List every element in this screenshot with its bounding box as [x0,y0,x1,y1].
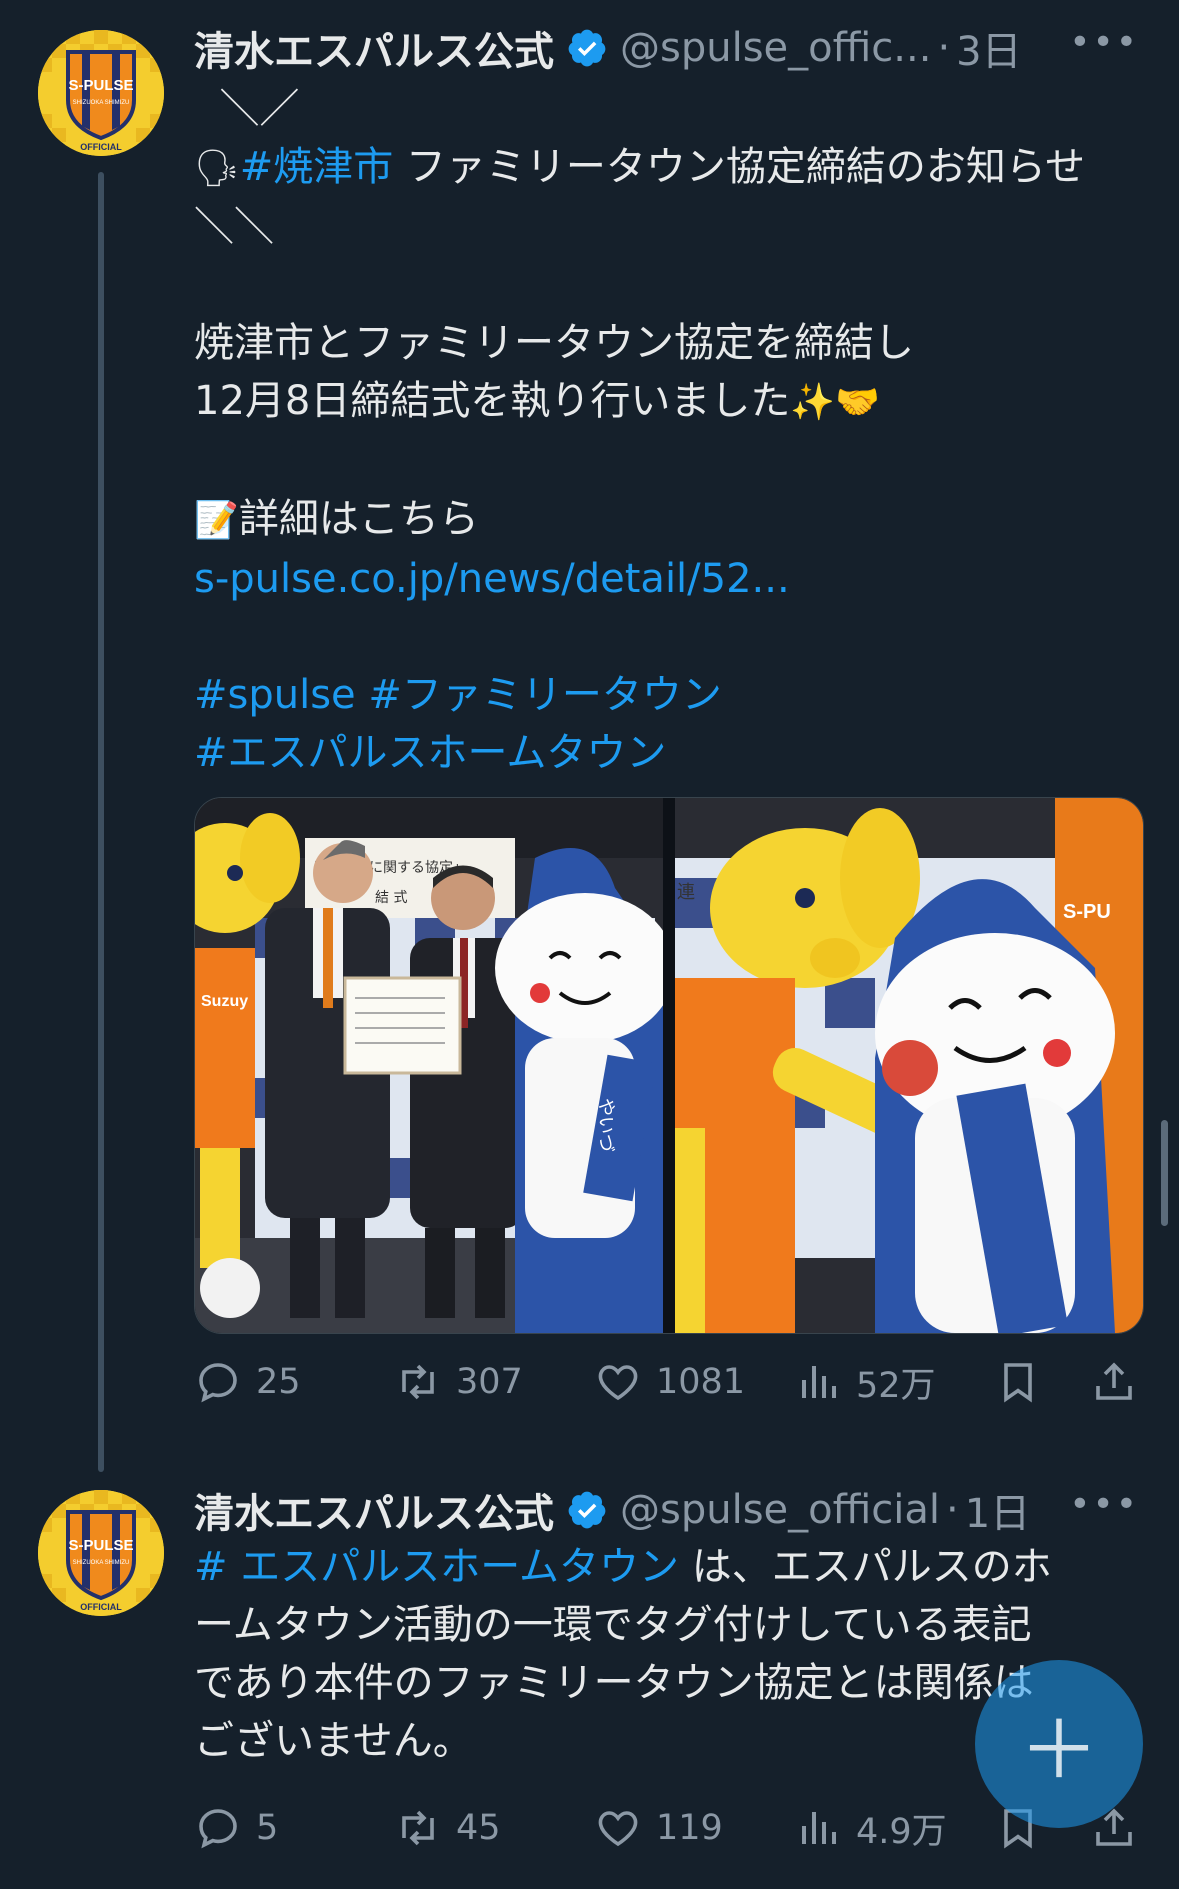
separator-dot: · [946,1487,959,1533]
views-button[interactable]: 52万 [794,1352,936,1412]
hashtag-link[interactable]: #spulse [194,672,356,718]
mascot-sash-text: やいづ [595,1098,616,1152]
like-button[interactable]: 1081 [594,1352,745,1412]
more-icon[interactable]: ••• [1069,1484,1139,1525]
avatar-logo-text: S-PULSE [68,1537,133,1554]
url-link[interactable]: s-pulse.co.jp/news/detail/52... [194,550,1154,608]
hashtag-link[interactable]: # エスパルスホームタウン [194,1544,679,1590]
reply-icon [199,1363,237,1403]
tweet-header: 清水エスパルス公式 @spulse_official · 1日 ••• [194,1480,1139,1540]
views-button[interactable]: 4.9万 [794,1798,947,1858]
like-count: 1081 [656,1362,746,1402]
reply-button[interactable]: 25 [194,1352,301,1412]
memo-emoji: 📝 [194,500,239,541]
tweet-actions: 5 45 119 4.9万 [194,1798,1144,1858]
photo-mascots[interactable]: 連 S-PU [675,798,1143,1333]
timestamp[interactable]: 3日 [956,19,1021,77]
hashtag-link[interactable]: #焼津市 [240,144,394,190]
tweet-text: ＼／ 🗣#焼津市 ファミリータウン協定締結のお知らせ ＼＼ 焼津市とファミリータ… [194,80,1154,782]
compose-button[interactable]: ＋ [975,1660,1143,1828]
share-icon [1096,1362,1132,1400]
reply-icon [199,1809,237,1849]
sign-text-2: 連 [677,882,695,903]
share-button[interactable] [1090,1352,1152,1412]
thread-connector-line [98,172,104,1472]
sign-sub-text: 結 式 [375,890,407,906]
photo-signing-ceremony[interactable]: けた連携に関する協定」 結 式 Suzuy やいづ [195,798,663,1333]
scrollbar[interactable] [1161,1120,1168,1226]
speaking-head-emoji: 🗣 [194,148,240,189]
text-line: ームタウン活動の一環でタグ付けしている表記 [194,1602,1032,1648]
like-button[interactable]: 119 [594,1798,723,1858]
avatar-sub-text: SHIZUOKA SHIMIZU [73,100,130,106]
avatar[interactable]: S-PULSE SHIZUOKA SHIMIZU OFFICIAL [38,30,164,156]
avatar-badge-text: OFFICIAL [80,142,122,152]
text-line: 🗣#焼津市 ファミリータウン協定締結のお知らせ [194,144,1086,190]
compose-icon: ＋ [1019,1704,1099,1797]
text-line: ＼／ [219,86,300,132]
retweet-count: 307 [456,1362,523,1402]
author-name[interactable]: 清水エスパルス公式 [194,1481,554,1539]
banner-text: S-PU [1063,901,1111,923]
bookmark-icon [1004,1363,1032,1403]
avatar[interactable]: S-PULSE SHIZUOKA SHIMIZU OFFICIAL [38,1490,164,1616]
author-handle[interactable]: @spulse_offic... [620,25,931,71]
media-grid: けた連携に関する協定」 結 式 Suzuy やいづ 連 S-PU [194,797,1144,1334]
text-line: 📝詳細はこちら [194,496,479,542]
text-line: #spulse #ファミリータウン [194,666,1154,724]
like-icon [598,1365,638,1401]
reply-count: 25 [256,1362,301,1402]
verified-badge-icon [568,1491,606,1529]
retweet-button[interactable]: 307 [394,1352,523,1412]
reply-button[interactable]: 5 [194,1798,278,1858]
avatar-badge-text: OFFICIAL [80,1602,122,1612]
reply-count: 5 [256,1808,279,1848]
tweet-actions: 25 307 1081 52万 [194,1352,1144,1412]
tweet-header: 清水エスパルス公式 @spulse_offic... · 3日 ••• [194,18,1139,78]
bookmark-button[interactable] [994,1352,1056,1412]
timeline: S-PULSE SHIZUOKA SHIMIZU OFFICIAL 清水エスパル… [0,0,1179,1889]
hashtag-link[interactable]: #ファミリータウン [368,672,722,718]
views-count: 52万 [856,1365,936,1406]
views-icon [802,1366,836,1398]
views-count: 4.9万 [856,1811,947,1852]
retweet-count: 45 [456,1808,501,1848]
author-handle[interactable]: @spulse_official [620,1487,940,1533]
avatar-sub-text: SHIZUOKA SHIMIZU [73,1560,130,1566]
avatar-logo-text: S-PULSE [68,77,133,94]
verified-badge-icon [568,29,606,67]
text-line: 12月8日締結式を執り行いました✨🤝 [194,378,881,424]
retweet-icon [402,1364,434,1400]
text-line: ＼＼ [194,204,274,250]
views-icon [802,1812,836,1844]
separator-dot: · [937,25,951,71]
text-line: # エスパルスホームタウン は、エスパルスのホ [194,1544,1052,1590]
retweet-button[interactable]: 45 [394,1798,501,1858]
sparkle-handshake-emoji: ✨🤝 [790,382,881,423]
shirt-text: Suzuy [201,993,248,1010]
text-line: 焼津市とファミリータウン協定を締結し [194,320,914,366]
timestamp[interactable]: 1日 [965,1481,1030,1539]
like-icon [598,1811,638,1847]
hashtag-link[interactable]: #エスパルスホームタウン [194,724,1154,782]
author-name[interactable]: 清水エスパルス公式 [194,19,554,77]
retweet-icon [402,1810,434,1846]
like-count: 119 [656,1808,723,1848]
more-icon[interactable]: ••• [1069,22,1139,63]
